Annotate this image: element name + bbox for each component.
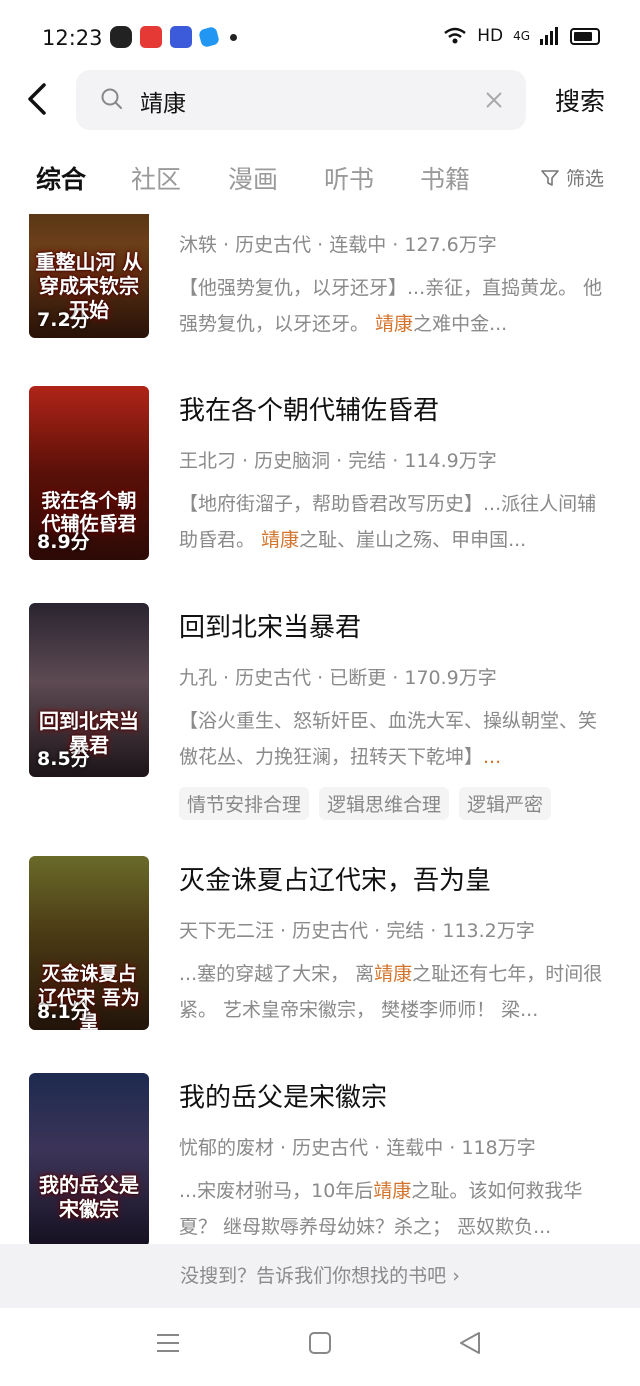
tab-community[interactable]: 社区 bbox=[131, 160, 181, 196]
tab-all[interactable]: 综合 bbox=[36, 160, 86, 196]
status-bar: 12:23 HD 4G bbox=[0, 0, 640, 76]
book-cover: 回到北宋当暴君 8.5分 bbox=[29, 603, 149, 777]
book-cover: 我的岳父是宋徽宗 bbox=[29, 1073, 149, 1244]
desc-highlight: ... bbox=[483, 746, 502, 768]
search-icon bbox=[101, 88, 122, 109]
filter-label: 筛选 bbox=[566, 168, 605, 190]
book-title: 我的岳父是宋徽宗 bbox=[179, 1083, 388, 1113]
book-description: 【地府街溜子，帮助昏君改写历史】...派往人间辅助昏君。 靖康之耻、崖山之殇、甲… bbox=[179, 486, 611, 558]
list-item[interactable]: 重整山河 从穿成宋钦宗开始 7.2分 沐轶 · 历史古代 · 连载中 · 127… bbox=[0, 214, 640, 354]
filter-icon bbox=[541, 169, 559, 186]
clock: 12:23 bbox=[42, 26, 103, 50]
battery-icon bbox=[570, 27, 600, 45]
book-score: 8.5分 bbox=[37, 748, 90, 770]
wifi-icon bbox=[444, 27, 466, 44]
book-description: ...宋废材驸马，10年后靖康之耻。该如何救我华夏？ 继母欺辱养母幼妹？杀之； … bbox=[179, 1173, 611, 1244]
cover-title: 我的岳父是宋徽宗 bbox=[39, 1173, 139, 1221]
back-arrow-icon[interactable] bbox=[24, 82, 54, 116]
blue-app-icon bbox=[197, 25, 221, 49]
system-navigation-bar bbox=[0, 1308, 640, 1386]
search-input[interactable] bbox=[138, 80, 482, 122]
signal-type: 4G bbox=[513, 29, 530, 43]
book-title: 灭金诛夏占辽代宋，吾为皇 bbox=[179, 866, 492, 896]
notification-icons bbox=[110, 25, 237, 49]
home-icon[interactable] bbox=[307, 1330, 333, 1356]
tieba-app-icon bbox=[170, 26, 192, 48]
book-title: 回到北宋当暴君 bbox=[179, 613, 362, 643]
back-triangle-icon[interactable] bbox=[457, 1330, 483, 1356]
desc-text-end: 之难中金... bbox=[413, 313, 508, 335]
book-meta: 王北刁 · 历史脑洞 · 完结 · 114.9万字 bbox=[179, 450, 497, 472]
video-app-icon bbox=[140, 26, 162, 48]
tag[interactable]: 情节安排合理 bbox=[179, 787, 310, 820]
book-score: 8.9分 bbox=[37, 531, 90, 553]
book-score: 7.2分 bbox=[37, 309, 90, 331]
desc-text: ...塞的穿越了大宋， 离 bbox=[179, 963, 375, 985]
book-meta: 九孔 · 历史古代 · 已断更 · 170.9万字 bbox=[179, 667, 497, 689]
desc-highlight: 靖康 bbox=[374, 963, 413, 985]
book-cover: 灭金诛夏占辽代宋 吾为皇 8.1分 bbox=[29, 856, 149, 1030]
book-meta: 忧郁的废材 · 历史古代 · 连载中 · 118万字 bbox=[179, 1137, 536, 1159]
desc-highlight: 靖康 bbox=[261, 529, 300, 551]
signal-icon bbox=[540, 27, 558, 45]
book-cover: 重整山河 从穿成宋钦宗开始 7.2分 bbox=[29, 214, 149, 338]
book-tags: 情节安排合理 逻辑思维合理 逻辑严密 bbox=[179, 787, 552, 820]
clear-icon[interactable] bbox=[484, 90, 504, 110]
search-button[interactable]: 搜索 bbox=[555, 82, 605, 118]
book-description: 【浴火重生、怒斩奸臣、血洗大军、操纵朝堂、笑傲花丛、力挽狂澜，扭转天下乾坤】..… bbox=[179, 703, 611, 775]
book-description: ...塞的穿越了大宋， 离靖康之耻还有七年，时间很紧。 艺术皇帝宋徽宗， 樊楼李… bbox=[179, 956, 611, 1028]
tag[interactable]: 逻辑严密 bbox=[459, 787, 552, 820]
result-list: 重整山河 从穿成宋钦宗开始 7.2分 沐轶 · 历史古代 · 连载中 · 127… bbox=[0, 214, 640, 1244]
list-item[interactable]: 我在各个朝代辅佐昏君 8.9分 我在各个朝代辅佐昏君 王北刁 · 历史脑洞 · … bbox=[0, 386, 640, 576]
book-score: 8.1分 bbox=[37, 1001, 90, 1023]
game-app-icon bbox=[110, 26, 132, 48]
tab-audiobooks[interactable]: 听书 bbox=[324, 160, 374, 196]
search-bar: 搜索 bbox=[0, 68, 640, 132]
desc-highlight: 靖康 bbox=[375, 313, 414, 335]
more-notifications-dot bbox=[230, 33, 237, 41]
book-title: 我在各个朝代辅佐昏君 bbox=[179, 396, 440, 426]
book-meta: 沐轶 · 历史古代 · 连载中 · 127.6万字 bbox=[179, 234, 497, 256]
tab-books[interactable]: 书籍 bbox=[420, 160, 470, 196]
filter-button[interactable]: 筛选 bbox=[540, 164, 604, 191]
list-item[interactable]: 灭金诛夏占辽代宋 吾为皇 8.1分 灭金诛夏占辽代宋，吾为皇 天下无二汪 · 历… bbox=[0, 856, 640, 1046]
tab-comics[interactable]: 漫画 bbox=[228, 160, 278, 196]
system-indicators: HD 4G bbox=[443, 26, 600, 46]
book-meta: 天下无二汪 · 历史古代 · 完结 · 113.2万字 bbox=[179, 920, 535, 942]
desc-text: 【浴火重生、怒斩奸臣、血洗大军、操纵朝堂、笑傲花丛、力挽狂澜，扭转天下乾坤】 bbox=[179, 710, 598, 768]
list-item[interactable]: 我的岳父是宋徽宗 我的岳父是宋徽宗 忧郁的废材 · 历史古代 · 连载中 · 1… bbox=[0, 1073, 640, 1244]
not-found-feedback-link[interactable]: 没搜到？告诉我们你想找的书吧 › bbox=[0, 1244, 640, 1308]
book-cover: 我在各个朝代辅佐昏君 8.9分 bbox=[29, 386, 149, 560]
desc-text: ...宋废材驸马，10年后 bbox=[179, 1180, 374, 1202]
book-description: 【他强势复仇，以牙还牙】...亲征，直捣黄龙。 他强势复仇，以牙还牙。 靖康之难… bbox=[179, 270, 611, 342]
menu-icon[interactable] bbox=[155, 1330, 181, 1356]
desc-highlight: 靖康 bbox=[373, 1180, 412, 1202]
search-box[interactable] bbox=[76, 70, 526, 130]
network-type: HD bbox=[477, 26, 504, 46]
desc-text-end: 之耻、崖山之殇、甲申国... bbox=[299, 529, 527, 551]
list-item[interactable]: 回到北宋当暴君 8.5分 回到北宋当暴君 九孔 · 历史古代 · 已断更 · 1… bbox=[0, 603, 640, 823]
tag[interactable]: 逻辑思维合理 bbox=[319, 787, 450, 820]
category-tabs: 综合 社区 漫画 听书 书籍 筛选 bbox=[0, 156, 640, 206]
